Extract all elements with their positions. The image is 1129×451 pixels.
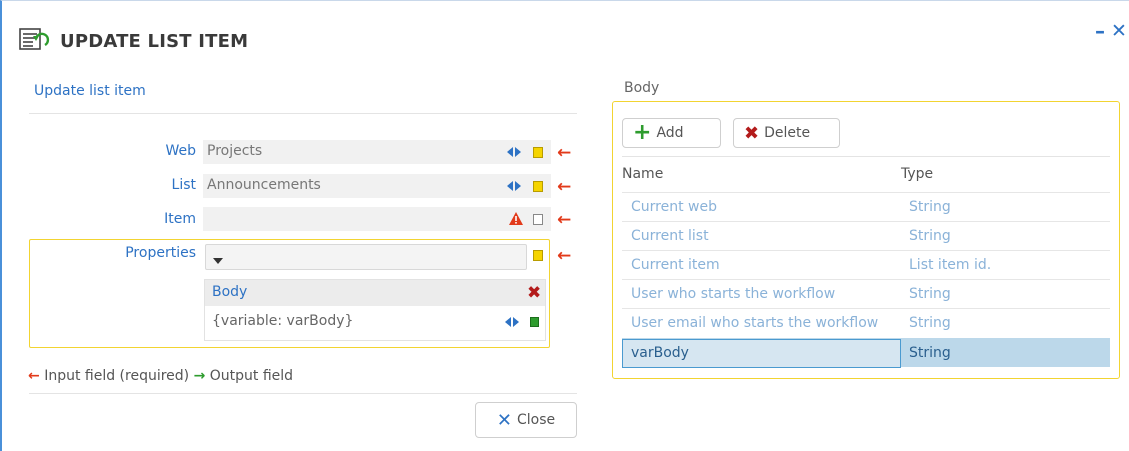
plus-icon: +: [633, 120, 652, 145]
list-update-icon: [19, 27, 51, 53]
remove-property-icon[interactable]: ✖: [527, 283, 541, 303]
section-title: Update list item: [34, 83, 146, 99]
table-row[interactable]: Current web String: [622, 192, 1110, 221]
close-button-label: Close: [516, 412, 556, 428]
row-name: Current item: [631, 257, 720, 273]
field-legend: ← Input field (required) → Output field: [28, 368, 293, 384]
required-arrow-icon: ←: [557, 246, 572, 266]
web-field[interactable]: Projects: [203, 140, 551, 164]
column-header-type: Type: [901, 166, 934, 182]
row-name: User who starts the workflow: [631, 286, 836, 302]
parameter-icon[interactable]: [533, 181, 543, 192]
add-button-label: Add: [656, 125, 684, 141]
close-icon[interactable]: ✕: [1111, 21, 1127, 41]
delete-button[interactable]: ✖ Delete: [733, 118, 840, 148]
required-arrow-icon: ←: [557, 177, 572, 197]
row-name: varBody: [631, 345, 689, 361]
required-arrow-icon: ←: [28, 368, 40, 384]
parameter-icon[interactable]: [533, 214, 543, 225]
add-button[interactable]: + Add: [622, 118, 721, 148]
delete-icon: ✖: [744, 122, 760, 144]
body-property-header: Body ✖: [205, 280, 545, 306]
bidirectional-arrow-icon[interactable]: [507, 146, 521, 158]
row-name: User email who starts the workflow: [631, 315, 879, 331]
bidirectional-arrow-icon[interactable]: [507, 180, 521, 192]
body-property-title: Body: [212, 284, 248, 300]
body-editor-title: Body: [624, 80, 660, 96]
row-name: Current web: [631, 199, 717, 215]
table-row-selected[interactable]: varBody String: [622, 338, 1110, 368]
body-property-value[interactable]: {variable: varBody}: [212, 313, 353, 329]
column-header-name: Name: [622, 166, 664, 182]
variable-icon[interactable]: [530, 317, 539, 327]
divider: [622, 156, 1110, 157]
properties-dropdown[interactable]: [205, 244, 527, 270]
required-arrow-icon: ←: [557, 143, 572, 163]
field-label-item: Item: [164, 211, 196, 227]
caret-down-icon: [213, 253, 223, 269]
parameter-icon[interactable]: [533, 250, 543, 261]
row-type: String: [909, 228, 951, 244]
table-row[interactable]: Current list String: [622, 221, 1110, 250]
parameter-icon[interactable]: [533, 147, 543, 158]
row-type: String: [909, 286, 951, 302]
dialog-title-bar: UPDATE LIST ITEM – ✕: [2, 1, 1129, 81]
divider: [29, 113, 577, 114]
table-row[interactable]: User email who starts the workflow Strin…: [622, 308, 1110, 337]
bidirectional-arrow-icon[interactable]: [505, 316, 519, 328]
row-name: Current list: [631, 228, 709, 244]
list-field[interactable]: Announcements: [203, 174, 551, 198]
row-type: String: [909, 199, 951, 215]
required-arrow-icon: ←: [557, 210, 572, 230]
field-label-web: Web: [165, 143, 196, 159]
item-field[interactable]: [203, 207, 551, 231]
delete-button-label: Delete: [764, 125, 811, 141]
body-property-panel: Body ✖ {variable: varBody}: [204, 279, 546, 341]
close-button[interactable]: ✕ Close: [475, 402, 577, 438]
table-row[interactable]: User who starts the workflow String: [622, 279, 1110, 308]
field-label-properties: Properties: [125, 245, 196, 261]
close-icon: ✕: [496, 409, 512, 431]
legend-input-label: Input field (required): [44, 368, 190, 384]
table-header: Name Type: [622, 166, 1110, 192]
row-type: String: [909, 315, 951, 331]
divider: [29, 393, 577, 394]
field-label-list: List: [171, 177, 196, 193]
legend-output-label: Output field: [209, 368, 294, 384]
output-arrow-icon: →: [193, 368, 206, 384]
row-type: String: [909, 345, 951, 361]
table-row[interactable]: Current item List item id.: [622, 250, 1110, 279]
update-list-item-dialog: UPDATE LIST ITEM – ✕ Update list item We…: [0, 0, 1129, 451]
row-type: List item id.: [909, 257, 992, 273]
dialog-title: UPDATE LIST ITEM: [60, 31, 249, 52]
warning-icon: [509, 212, 523, 229]
minimize-icon[interactable]: –: [1095, 21, 1105, 41]
